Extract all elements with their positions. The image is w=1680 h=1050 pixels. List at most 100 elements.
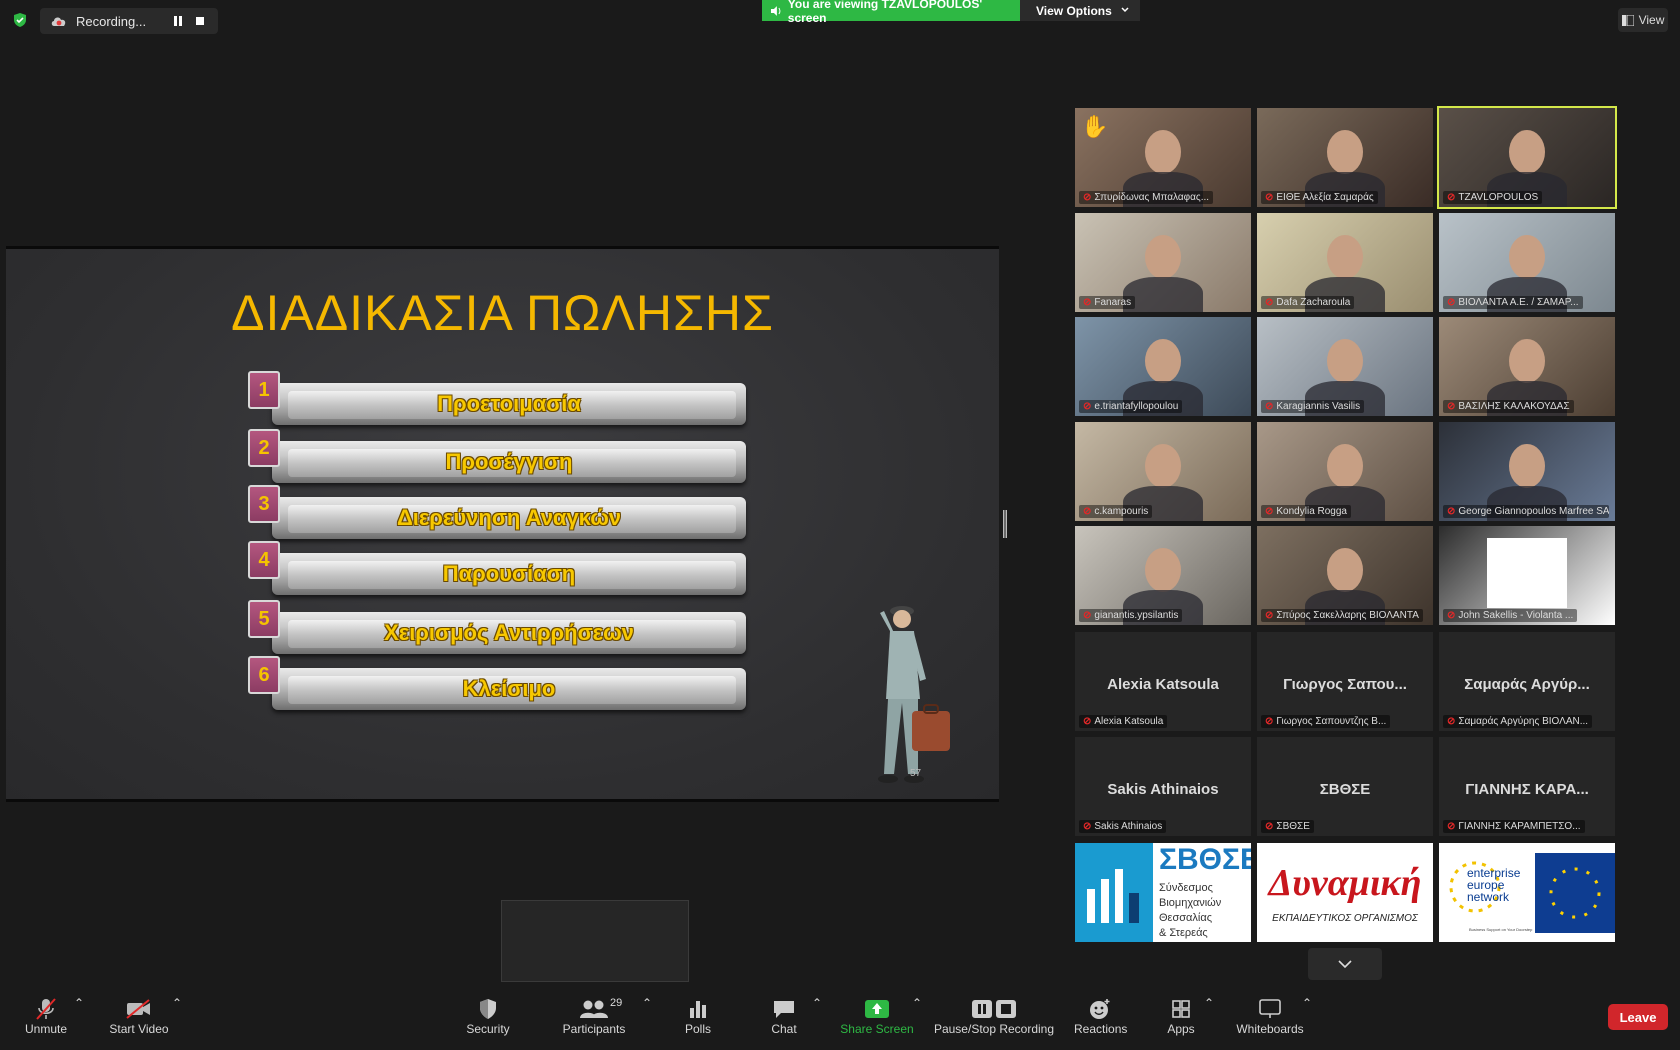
share-screen-button[interactable]: Share Screen xyxy=(840,996,914,1036)
recording-label: Recording... xyxy=(76,13,147,29)
logo-tile-sbbse[interactable]: ΣΒΘΣΕ Σύνδεσμος Βιομηχανιών Θεσσαλίας & … xyxy=(1075,843,1251,942)
participant-tile[interactable]: ⊘ Kondylia Rogga xyxy=(1257,422,1433,521)
cloud-record-icon xyxy=(51,17,66,26)
pause-stop-icon xyxy=(972,1000,1016,1018)
chat-options-caret[interactable]: ⌃ xyxy=(812,996,822,1010)
slide-title: ΔΙΑΔΙΚΑΣΙΑ ΠΩΛΗΣΗΣ xyxy=(231,285,774,341)
slide-page-number: 57 xyxy=(910,768,922,779)
participant-name: TZAVLOPOULOS xyxy=(1458,192,1539,203)
apps-options-caret[interactable]: ⌃ xyxy=(1204,996,1214,1010)
participant-tile[interactable]: ⊘ gianantis.ypsilantis xyxy=(1075,526,1251,625)
audio-options-caret[interactable]: ⌃ xyxy=(74,996,84,1010)
step-label: Χειρισμός Αντιρρήσεων xyxy=(384,620,634,645)
gallery-scroll-down-button[interactable] xyxy=(1308,948,1382,980)
participants-icon xyxy=(580,1000,608,1018)
apps-label: Apps xyxy=(1167,1022,1195,1036)
resize-handle[interactable] xyxy=(1003,510,1007,538)
participant-name-tag: ⊘ Σπυρίδωνας Μπαλαφας... xyxy=(1079,191,1214,204)
participant-name-tag: ⊘ e.triantafyllopoulou xyxy=(1079,400,1183,413)
mic-muted-icon: ⊘ xyxy=(1265,610,1274,621)
mic-muted-icon: ⊘ xyxy=(1083,821,1092,832)
participant-display-name: Sakis Athinaios xyxy=(1107,780,1219,798)
participant-tile[interactable]: ✋ ⊘ Σπυρίδωνας Μπαλαφας... xyxy=(1075,108,1251,207)
slide-step: 4 Παρουσίαση xyxy=(248,541,748,595)
leave-button[interactable]: Leave xyxy=(1608,1004,1668,1030)
participant-head xyxy=(1509,444,1545,488)
chat-button[interactable]: Chat xyxy=(764,996,804,1036)
participant-display-name: Alexia Katsoula xyxy=(1107,675,1219,693)
participant-name: Σαμαράς Αργύρης ΒΙΟΛΑΝ... xyxy=(1458,716,1589,727)
participant-name: gianantis.ypsilantis xyxy=(1094,610,1179,621)
participant-tile[interactable]: ⊘ George Giannopoulos Marfree SA xyxy=(1439,422,1615,521)
participant-tile[interactable]: Sakis Athinaios ⊘ Sakis Athinaios xyxy=(1075,737,1251,836)
participant-head xyxy=(1509,235,1545,279)
participant-tile[interactable]: ⊘ e.triantafyllopoulou xyxy=(1075,317,1251,416)
start-video-button[interactable]: Start Video xyxy=(104,996,174,1036)
participant-tile[interactable]: ΓΙΑΝΝΗΣ ΚΑΡΑ... ⊘ ΓΙΑΝΝΗΣ ΚΑΡΑΜΠΕΤΣΟ... xyxy=(1439,737,1615,836)
slide-step: 6 Κλείσιμο xyxy=(248,656,748,710)
participant-head xyxy=(1327,548,1363,592)
encryption-shield-icon[interactable] xyxy=(12,12,28,28)
participant-tile[interactable]: ⊘ TZAVLOPOULOS xyxy=(1437,106,1617,209)
participant-tile[interactable]: ⊘ c.kampouris xyxy=(1075,422,1251,521)
participant-name-tag: ⊘ ΒΙΟΛΑΝΤΑ Α.Ε. / ΣΑΜΑΡ... xyxy=(1443,296,1583,309)
participant-tile[interactable]: ⊘ Fanaras xyxy=(1075,213,1251,312)
participant-name: Karagiannis Vasilis xyxy=(1276,401,1361,412)
participant-tile[interactable]: ⊘ Karagiannis Vasilis xyxy=(1257,317,1433,416)
viewing-label: You are viewing TZAVLOPOULOS' screen xyxy=(787,0,983,25)
participant-tile[interactable]: ΣΒΘΣΕ ⊘ ΣΒΘΣΕ xyxy=(1257,737,1433,836)
pause-stop-recording-button[interactable]: Pause/Stop Recording xyxy=(932,996,1056,1036)
participant-tile[interactable]: Σαμαράς Αργύρ... ⊘ Σαμαράς Αργύρης ΒΙΟΛΑΝ.… xyxy=(1439,632,1615,731)
reactions-label: Reactions xyxy=(1074,1022,1128,1036)
pause-recording-icon[interactable] xyxy=(173,16,183,26)
participant-name-tag: ⊘ Fanaras xyxy=(1079,296,1136,309)
video-options-caret[interactable]: ⌃ xyxy=(172,996,182,1010)
participant-head xyxy=(1145,339,1181,383)
participant-display-name: Σαμαράς Αργύρ... xyxy=(1464,675,1590,693)
participant-name: Alexia Katsoula xyxy=(1094,716,1164,727)
participant-tile[interactable]: ⊘ ΕΙΘΕ Αλεξία Σαμαράς xyxy=(1257,108,1433,207)
apps-button[interactable]: Apps xyxy=(1166,996,1196,1036)
participant-head xyxy=(1327,235,1363,279)
participant-tile[interactable]: ⊘ John Sakellis - Violanta ... xyxy=(1439,526,1615,625)
mic-muted-icon: ⊘ xyxy=(1447,192,1456,203)
whiteboards-options-caret[interactable]: ⌃ xyxy=(1302,996,1312,1010)
mic-muted-icon: ⊘ xyxy=(1447,506,1456,517)
whiteboards-button[interactable]: Whiteboards xyxy=(1234,996,1306,1036)
logo-tile-een[interactable]: enterprise europe network Business Suppo… xyxy=(1439,843,1615,942)
sbbse-line-1: Σύνδεσμος Βιομηχανιών xyxy=(1159,882,1222,909)
participant-tile[interactable]: ⊘ ΒΙΟΛΑΝΤΑ Α.Ε. / ΣΑΜΑΡ... xyxy=(1439,213,1615,312)
participant-tile[interactable]: ⊘ Dafa Zacharoula xyxy=(1257,213,1433,312)
slide-step: 5 Χειρισμός Αντιρρήσεων xyxy=(248,600,748,654)
security-button[interactable]: Security xyxy=(462,996,514,1036)
reactions-button[interactable]: Reactions xyxy=(1074,996,1128,1036)
logo-tile-dynamiki[interactable]: Δυναμική ΕΚΠΑΙΔΕΥΤΙΚΟΣ ΟΡΓΑΝΙΣΜΟΣ xyxy=(1257,843,1433,942)
stop-recording-icon[interactable] xyxy=(196,17,204,25)
participant-tile[interactable]: Alexia Katsoula ⊘ Alexia Katsoula xyxy=(1075,632,1251,731)
mic-muted-icon: ⊘ xyxy=(1447,610,1456,621)
participant-tile[interactable]: ⊘ Σπύρος Σακελλαρης ΒΙΟΛΑΝΤΑ xyxy=(1257,526,1433,625)
polls-button[interactable]: Polls xyxy=(680,996,716,1036)
view-button[interactable]: View xyxy=(1618,8,1668,32)
view-options-label: View Options xyxy=(1036,3,1112,18)
speaker-icon xyxy=(770,5,781,16)
participant-name-tag: ⊘ TZAVLOPOULOS xyxy=(1443,191,1543,204)
participant-name: ΕΙΘΕ Αλεξία Σαμαράς xyxy=(1276,192,1374,203)
eu-stars-icon xyxy=(1549,867,1601,919)
step-label: Παρουσίαση xyxy=(442,561,576,586)
participant-head xyxy=(1327,444,1363,488)
participants-options-caret[interactable]: ⌃ xyxy=(642,996,652,1010)
share-options-caret[interactable]: ⌃ xyxy=(912,996,922,1010)
polls-label: Polls xyxy=(684,1022,711,1036)
shared-screen[interactable]: ΔΙΑΔΙΚΑΣΙΑ ΠΩΛΗΣΗΣ 1 Προετοιμασία 2 Προσ… xyxy=(6,246,999,802)
participant-tile[interactable]: ⊘ ΒΑΣΙΛΗΣ ΚΑΛΑΚΟΥΔΑΣ xyxy=(1439,317,1615,416)
mic-muted-icon: ⊘ xyxy=(1265,506,1274,517)
view-options-button[interactable]: View Options xyxy=(1020,0,1140,21)
sbbse-logo-icon xyxy=(1087,869,1139,923)
participant-tile[interactable]: Γιωργος Σαπου... ⊘ Γιωργος Σαπουντζης Β... xyxy=(1257,632,1433,731)
sbbse-line-3: & Στερεάς Ελλάδος xyxy=(1159,927,1208,939)
unmute-button[interactable]: Unmute xyxy=(18,996,74,1036)
een-line-3: network xyxy=(1467,890,1510,904)
participant-name-tag: ⊘ Karagiannis Vasilis xyxy=(1261,400,1365,413)
share-screen-label: Share Screen xyxy=(840,1022,914,1036)
